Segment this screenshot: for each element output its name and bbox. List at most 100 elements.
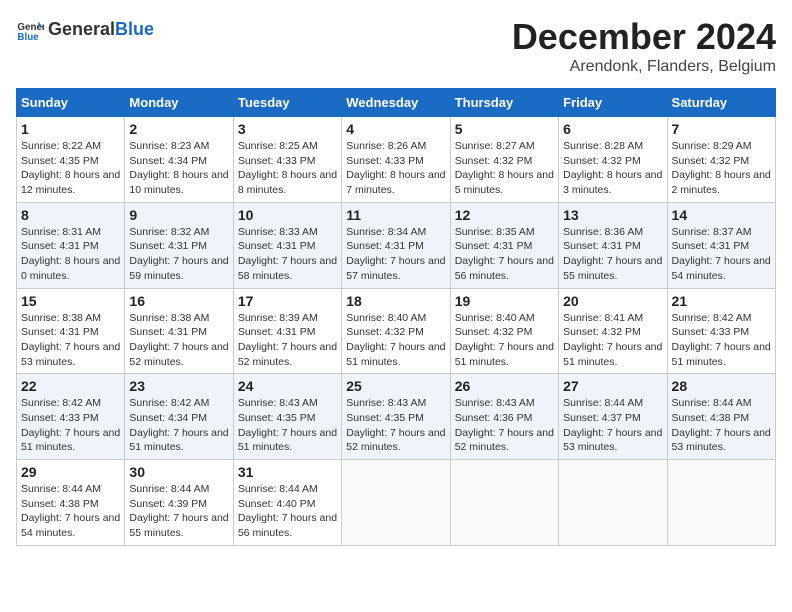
day-detail: Sunrise: 8:44 AMSunset: 4:38 PMDaylight:… — [21, 483, 120, 539]
day-detail: Sunrise: 8:33 AMSunset: 4:31 PMDaylight:… — [238, 226, 337, 282]
day-detail: Sunrise: 8:36 AMSunset: 4:31 PMDaylight:… — [563, 226, 662, 282]
day-detail: Sunrise: 8:44 AMSunset: 4:39 PMDaylight:… — [129, 483, 228, 539]
weekday-header: Friday — [559, 89, 667, 117]
day-detail: Sunrise: 8:40 AMSunset: 4:32 PMDaylight:… — [455, 312, 554, 368]
day-number: 11 — [346, 207, 445, 223]
day-detail: Sunrise: 8:35 AMSunset: 4:31 PMDaylight:… — [455, 226, 554, 282]
calendar-cell: 5 Sunrise: 8:27 AMSunset: 4:32 PMDayligh… — [450, 117, 558, 203]
svg-text:Blue: Blue — [17, 32, 39, 43]
calendar-cell: 16 Sunrise: 8:38 AMSunset: 4:31 PMDaylig… — [125, 288, 233, 374]
calendar-cell: 1 Sunrise: 8:22 AMSunset: 4:35 PMDayligh… — [17, 117, 125, 203]
calendar-cell: 2 Sunrise: 8:23 AMSunset: 4:34 PMDayligh… — [125, 117, 233, 203]
day-number: 4 — [346, 121, 445, 137]
weekday-header: Thursday — [450, 89, 558, 117]
calendar-cell: 8 Sunrise: 8:31 AMSunset: 4:31 PMDayligh… — [17, 202, 125, 288]
calendar-cell: 25 Sunrise: 8:43 AMSunset: 4:35 PMDaylig… — [342, 374, 450, 460]
calendar-week-row: 29 Sunrise: 8:44 AMSunset: 4:38 PMDaylig… — [17, 460, 776, 546]
day-detail: Sunrise: 8:44 AMSunset: 4:40 PMDaylight:… — [238, 483, 337, 539]
weekday-header: Sunday — [17, 89, 125, 117]
calendar-cell: 26 Sunrise: 8:43 AMSunset: 4:36 PMDaylig… — [450, 374, 558, 460]
day-detail: Sunrise: 8:22 AMSunset: 4:35 PMDaylight:… — [21, 140, 120, 196]
day-detail: Sunrise: 8:34 AMSunset: 4:31 PMDaylight:… — [346, 226, 445, 282]
day-detail: Sunrise: 8:26 AMSunset: 4:33 PMDaylight:… — [346, 140, 445, 196]
calendar-cell: 23 Sunrise: 8:42 AMSunset: 4:34 PMDaylig… — [125, 374, 233, 460]
day-detail: Sunrise: 8:23 AMSunset: 4:34 PMDaylight:… — [129, 140, 228, 196]
day-number: 30 — [129, 464, 228, 480]
calendar-table: SundayMondayTuesdayWednesdayThursdayFrid… — [16, 88, 776, 546]
day-number: 10 — [238, 207, 337, 223]
day-detail: Sunrise: 8:39 AMSunset: 4:31 PMDaylight:… — [238, 312, 337, 368]
day-number: 22 — [21, 378, 120, 394]
logo-icon: General Blue — [16, 16, 44, 44]
calendar-cell: 19 Sunrise: 8:40 AMSunset: 4:32 PMDaylig… — [450, 288, 558, 374]
subtitle: Arendonk, Flanders, Belgium — [512, 58, 776, 76]
day-detail: Sunrise: 8:42 AMSunset: 4:33 PMDaylight:… — [21, 397, 120, 453]
calendar-cell: 17 Sunrise: 8:39 AMSunset: 4:31 PMDaylig… — [233, 288, 341, 374]
calendar-cell: 6 Sunrise: 8:28 AMSunset: 4:32 PMDayligh… — [559, 117, 667, 203]
day-detail: Sunrise: 8:41 AMSunset: 4:32 PMDaylight:… — [563, 312, 662, 368]
day-number: 31 — [238, 464, 337, 480]
calendar-cell: 28 Sunrise: 8:44 AMSunset: 4:38 PMDaylig… — [667, 374, 775, 460]
day-detail: Sunrise: 8:44 AMSunset: 4:37 PMDaylight:… — [563, 397, 662, 453]
day-number: 17 — [238, 293, 337, 309]
calendar-cell: 30 Sunrise: 8:44 AMSunset: 4:39 PMDaylig… — [125, 460, 233, 546]
day-detail: Sunrise: 8:44 AMSunset: 4:38 PMDaylight:… — [672, 397, 771, 453]
calendar-cell: 20 Sunrise: 8:41 AMSunset: 4:32 PMDaylig… — [559, 288, 667, 374]
weekday-header: Saturday — [667, 89, 775, 117]
title-area: December 2024 Arendonk, Flanders, Belgiu… — [512, 16, 776, 76]
day-number: 28 — [672, 378, 771, 394]
day-number: 7 — [672, 121, 771, 137]
calendar-cell: 31 Sunrise: 8:44 AMSunset: 4:40 PMDaylig… — [233, 460, 341, 546]
day-detail: Sunrise: 8:42 AMSunset: 4:34 PMDaylight:… — [129, 397, 228, 453]
day-number: 21 — [672, 293, 771, 309]
calendar-cell: 18 Sunrise: 8:40 AMSunset: 4:32 PMDaylig… — [342, 288, 450, 374]
day-detail: Sunrise: 8:40 AMSunset: 4:32 PMDaylight:… — [346, 312, 445, 368]
calendar-week-row: 8 Sunrise: 8:31 AMSunset: 4:31 PMDayligh… — [17, 202, 776, 288]
calendar-cell: 9 Sunrise: 8:32 AMSunset: 4:31 PMDayligh… — [125, 202, 233, 288]
calendar-cell: 13 Sunrise: 8:36 AMSunset: 4:31 PMDaylig… — [559, 202, 667, 288]
calendar-cell: 10 Sunrise: 8:33 AMSunset: 4:31 PMDaylig… — [233, 202, 341, 288]
calendar-cell: 15 Sunrise: 8:38 AMSunset: 4:31 PMDaylig… — [17, 288, 125, 374]
header: General Blue GeneralBlue December 2024 A… — [16, 16, 776, 76]
day-detail: Sunrise: 8:31 AMSunset: 4:31 PMDaylight:… — [21, 226, 120, 282]
day-detail: Sunrise: 8:32 AMSunset: 4:31 PMDaylight:… — [129, 226, 228, 282]
day-number: 2 — [129, 121, 228, 137]
day-number: 8 — [21, 207, 120, 223]
day-number: 13 — [563, 207, 662, 223]
day-detail: Sunrise: 8:42 AMSunset: 4:33 PMDaylight:… — [672, 312, 771, 368]
logo: General Blue GeneralBlue — [16, 16, 154, 44]
weekday-header-row: SundayMondayTuesdayWednesdayThursdayFrid… — [17, 89, 776, 117]
calendar-cell — [450, 460, 558, 546]
calendar-cell: 3 Sunrise: 8:25 AMSunset: 4:33 PMDayligh… — [233, 117, 341, 203]
day-number: 25 — [346, 378, 445, 394]
calendar-week-row: 22 Sunrise: 8:42 AMSunset: 4:33 PMDaylig… — [17, 374, 776, 460]
day-number: 9 — [129, 207, 228, 223]
calendar-cell: 4 Sunrise: 8:26 AMSunset: 4:33 PMDayligh… — [342, 117, 450, 203]
calendar-cell: 22 Sunrise: 8:42 AMSunset: 4:33 PMDaylig… — [17, 374, 125, 460]
day-number: 18 — [346, 293, 445, 309]
calendar-cell: 29 Sunrise: 8:44 AMSunset: 4:38 PMDaylig… — [17, 460, 125, 546]
day-number: 27 — [563, 378, 662, 394]
day-number: 14 — [672, 207, 771, 223]
day-number: 1 — [21, 121, 120, 137]
calendar-cell: 21 Sunrise: 8:42 AMSunset: 4:33 PMDaylig… — [667, 288, 775, 374]
calendar-cell: 12 Sunrise: 8:35 AMSunset: 4:31 PMDaylig… — [450, 202, 558, 288]
calendar-cell: 24 Sunrise: 8:43 AMSunset: 4:35 PMDaylig… — [233, 374, 341, 460]
day-number: 6 — [563, 121, 662, 137]
day-detail: Sunrise: 8:25 AMSunset: 4:33 PMDaylight:… — [238, 140, 337, 196]
calendar-cell — [559, 460, 667, 546]
calendar-cell — [342, 460, 450, 546]
day-number: 19 — [455, 293, 554, 309]
day-number: 23 — [129, 378, 228, 394]
day-detail: Sunrise: 8:43 AMSunset: 4:35 PMDaylight:… — [238, 397, 337, 453]
day-number: 20 — [563, 293, 662, 309]
day-number: 5 — [455, 121, 554, 137]
day-detail: Sunrise: 8:29 AMSunset: 4:32 PMDaylight:… — [672, 140, 771, 196]
calendar-week-row: 1 Sunrise: 8:22 AMSunset: 4:35 PMDayligh… — [17, 117, 776, 203]
day-number: 24 — [238, 378, 337, 394]
day-detail: Sunrise: 8:43 AMSunset: 4:35 PMDaylight:… — [346, 397, 445, 453]
day-number: 16 — [129, 293, 228, 309]
day-number: 29 — [21, 464, 120, 480]
calendar-cell: 7 Sunrise: 8:29 AMSunset: 4:32 PMDayligh… — [667, 117, 775, 203]
calendar-cell: 11 Sunrise: 8:34 AMSunset: 4:31 PMDaylig… — [342, 202, 450, 288]
